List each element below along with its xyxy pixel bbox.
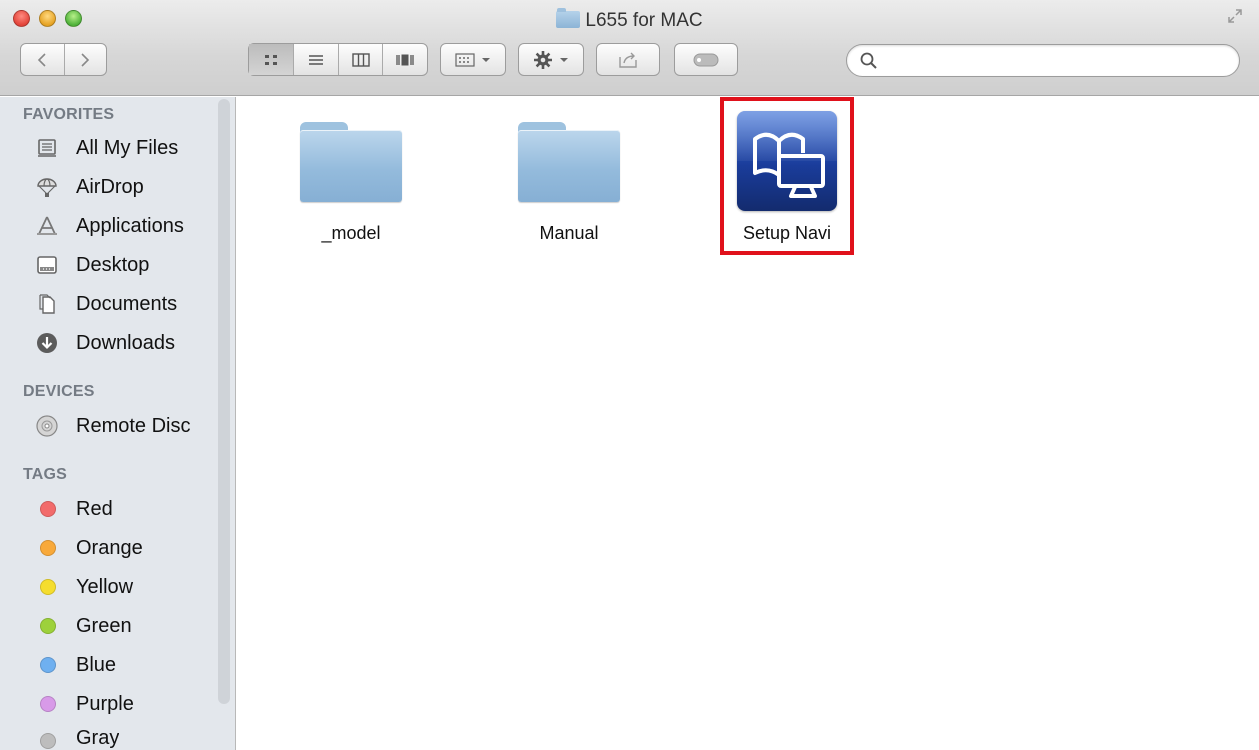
list-view-button[interactable] xyxy=(293,44,338,75)
sidebar-item-all-my-files[interactable]: All My Files xyxy=(36,133,178,163)
tag-dot-icon xyxy=(40,733,56,749)
search-input[interactable] xyxy=(885,49,1225,73)
sidebar-item-label: Gray xyxy=(76,727,120,749)
forward-button[interactable] xyxy=(63,44,107,75)
back-button[interactable] xyxy=(21,44,64,75)
sidebar-tag-red[interactable]: Red xyxy=(40,494,113,524)
sidebar-item-documents[interactable]: Documents xyxy=(36,289,177,319)
arrange-button[interactable] xyxy=(440,43,506,76)
fullscreen-icon[interactable] xyxy=(1227,8,1243,24)
search-field[interactable] xyxy=(846,44,1240,77)
nav-back-forward xyxy=(20,43,107,76)
sidebar-item-remote-disc[interactable]: Remote Disc xyxy=(36,411,190,441)
window-title-text: L655 for MAC xyxy=(585,10,703,31)
all-files-icon xyxy=(36,137,58,159)
sidebar-item-label: Documents xyxy=(76,292,178,315)
chevron-down-icon xyxy=(482,57,490,62)
sidebar-item-label: Downloads xyxy=(76,331,175,354)
sidebar-tag-orange[interactable]: Orange xyxy=(40,533,143,563)
sidebar-heading-favorites[interactable]: FAVORITES xyxy=(23,106,114,124)
tag-dot-icon xyxy=(40,540,56,556)
back-arrow-icon xyxy=(38,52,46,67)
disc-icon xyxy=(36,415,58,437)
file-label[interactable]: Manual xyxy=(489,223,649,244)
sidebar-item-applications[interactable]: Applications xyxy=(36,211,184,241)
sidebar-item-airdrop[interactable]: AirDrop xyxy=(36,172,144,202)
sidebar-item-label: Blue xyxy=(76,653,117,676)
column-view-button[interactable] xyxy=(337,44,383,75)
folder-icon xyxy=(518,122,620,202)
sidebar-item-label: Yellow xyxy=(76,575,134,598)
sidebar-item-label: AirDrop xyxy=(76,175,144,198)
highlight-box xyxy=(720,97,854,255)
file-browser-content: _model Manual Setup Navi xyxy=(237,97,1259,750)
file-item-manual[interactable] xyxy=(518,122,620,204)
action-menu-button[interactable] xyxy=(518,43,584,76)
tag-pill-icon xyxy=(693,53,719,66)
tag-dot-icon xyxy=(40,618,56,634)
column-view-icon xyxy=(352,52,370,67)
sidebar-item-label: Green xyxy=(76,614,132,637)
sidebar-item-label: Applications xyxy=(76,214,184,237)
file-label[interactable]: _model xyxy=(271,223,431,244)
cover-flow-view-button[interactable] xyxy=(382,44,427,75)
sidebar-tag-purple[interactable]: Purple xyxy=(40,689,134,719)
sidebar-tag-yellow[interactable]: Yellow xyxy=(40,572,133,602)
tag-dot-icon xyxy=(40,696,56,712)
forward-arrow-icon xyxy=(81,52,90,67)
sidebar-scrollbar[interactable] xyxy=(218,99,230,704)
sidebar-item-label: Orange xyxy=(76,536,143,559)
sidebar-tag-blue[interactable]: Blue xyxy=(40,650,116,680)
desktop-icon xyxy=(36,254,58,276)
tag-dot-icon xyxy=(40,579,56,595)
folder-icon xyxy=(556,8,581,28)
sidebar-item-label: Red xyxy=(76,497,113,520)
sidebar-tag-green[interactable]: Green xyxy=(40,611,132,641)
icon-view-icon xyxy=(265,54,278,65)
folder-icon xyxy=(300,122,402,202)
tag-dot-icon xyxy=(40,501,56,517)
sidebar-heading-tags[interactable]: TAGS xyxy=(23,466,67,484)
file-item-model[interactable] xyxy=(300,122,402,204)
edit-tags-button[interactable] xyxy=(674,43,738,76)
sidebar-item-label: Remote Disc xyxy=(76,414,191,437)
list-view-icon xyxy=(309,54,324,65)
arrange-icon xyxy=(455,52,475,67)
window-toolbar: L655 for MAC xyxy=(0,0,1259,96)
sidebar-item-downloads[interactable]: Downloads xyxy=(36,328,175,358)
downloads-icon xyxy=(36,332,58,354)
sidebar-item-label: All My Files xyxy=(76,136,179,159)
icon-view-button[interactable] xyxy=(249,44,294,75)
documents-icon xyxy=(36,293,58,315)
search-icon xyxy=(860,52,877,69)
sidebar-heading-devices[interactable]: DEVICES xyxy=(23,383,95,401)
sidebar-item-label: Purple xyxy=(76,692,134,715)
gear-icon xyxy=(534,50,552,69)
sidebar-item-desktop[interactable]: Desktop xyxy=(36,250,149,280)
airdrop-icon xyxy=(36,176,58,198)
chevron-down-icon xyxy=(560,57,568,62)
sidebar: FAVORITES All My Files AirDrop Applicati… xyxy=(0,97,236,750)
cover-flow-icon xyxy=(396,54,414,65)
sidebar-item-label: Desktop xyxy=(76,253,150,276)
share-icon xyxy=(619,52,637,68)
view-mode-segmented-control xyxy=(248,43,428,76)
tag-dot-icon xyxy=(40,657,56,673)
applications-icon xyxy=(36,215,58,237)
sidebar-tag-gray[interactable]: Gray xyxy=(40,725,119,750)
share-button[interactable] xyxy=(596,43,660,76)
window-title: L655 for MAC xyxy=(0,8,1259,32)
